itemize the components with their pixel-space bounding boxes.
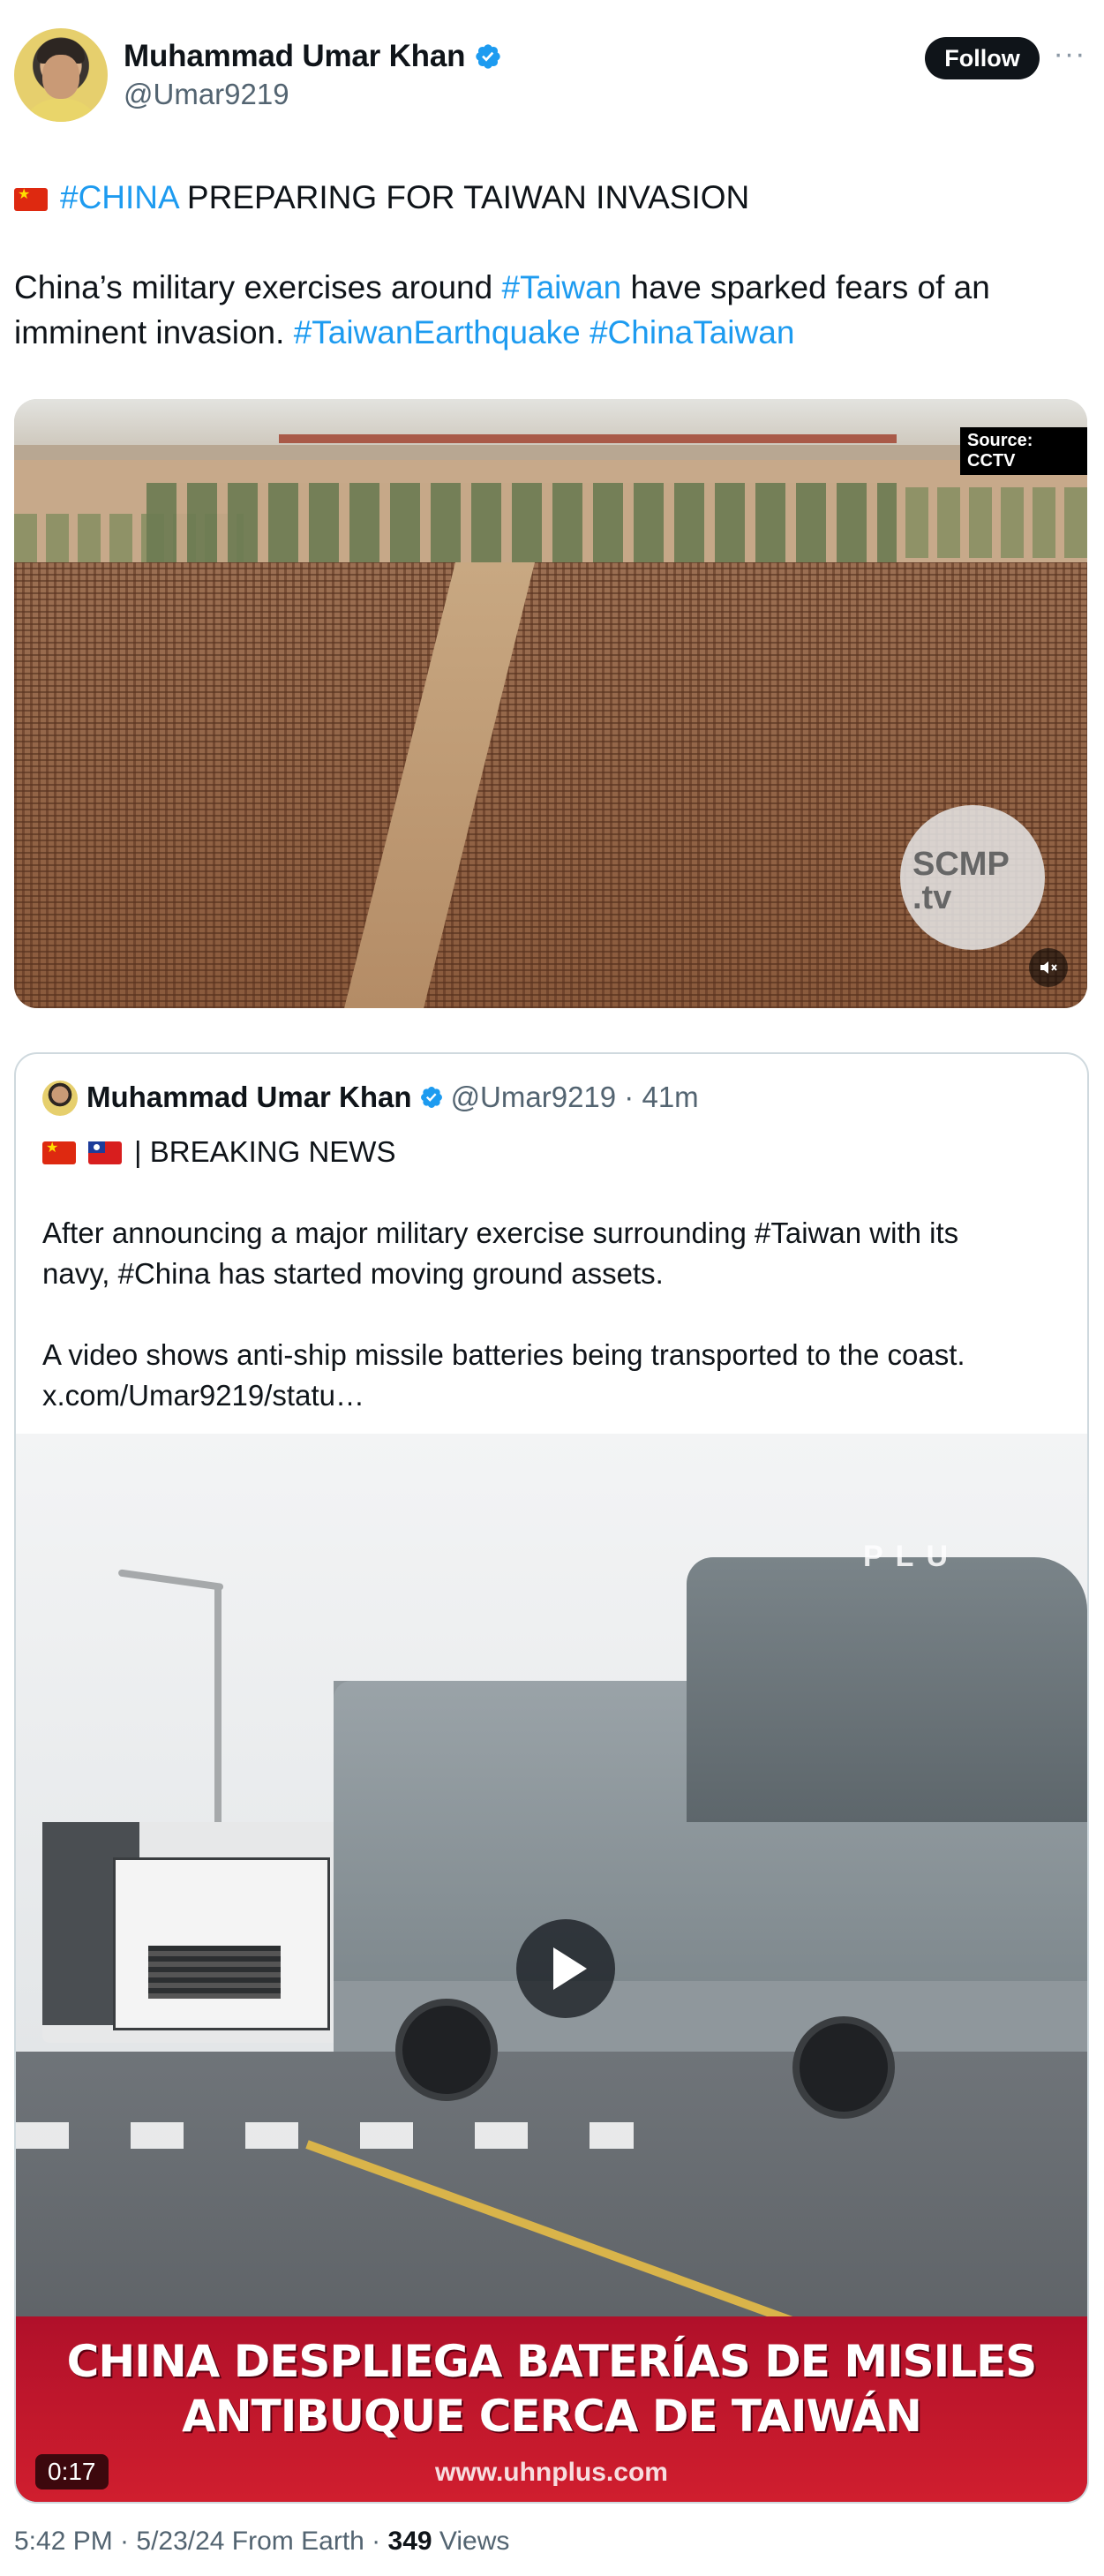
- body-text: have sparked fears of an: [621, 269, 990, 305]
- hashtag-taiwan[interactable]: #Taiwan: [502, 269, 622, 305]
- speaker-muted-icon[interactable]: [1029, 948, 1068, 987]
- author-avatar[interactable]: [14, 28, 108, 122]
- quote-text-line-1: After announcing a major military exerci…: [42, 1216, 959, 1249]
- body-text: China’s military exercises around: [14, 269, 502, 305]
- watermark-line-2: .tv: [912, 879, 952, 916]
- quoted-post[interactable]: Muhammad Umar Khan @Umar9219 · 41m | BRE…: [14, 1052, 1089, 2504]
- body-text: imminent invasion.: [14, 314, 294, 350]
- post-footer: 5:42 PM · 5/23/24 From Earth · 349 Views: [14, 2527, 509, 2557]
- hashtag-china[interactable]: #CHINA: [60, 179, 178, 215]
- author-handle[interactable]: @Umar9219: [124, 78, 289, 111]
- caption-line-2: ANTIBUQUE CERCA DE TAIWÁN: [182, 2391, 922, 2442]
- hashtag-chinataiwan[interactable]: #ChinaTaiwan: [581, 314, 794, 350]
- post-video[interactable]: Source: CCTV SCMP .tv: [14, 399, 1087, 1008]
- breaking-text: | BREAKING NEWS: [134, 1135, 396, 1168]
- headline-text: PREPARING FOR TAIWAN INVASION: [177, 179, 750, 215]
- source-label: Source: CCTV: [960, 427, 1087, 475]
- quoted-video[interactable]: PLU CHINA DESPLIEGA BATERÍAS DE MISILES …: [16, 1434, 1087, 2502]
- follow-button[interactable]: Follow: [925, 37, 1040, 79]
- troop-formation: [14, 562, 1087, 1008]
- china-flag-icon: [14, 187, 48, 211]
- china-flag-icon: [42, 1141, 76, 1164]
- quoted-author-avatar[interactable]: [42, 1081, 78, 1116]
- post-body-line-2: imminent invasion. #TaiwanEarthquake #Ch…: [14, 310, 794, 355]
- quoted-author-row[interactable]: Muhammad Umar Khan @Umar9219 · 41m: [86, 1081, 699, 1114]
- white-truck: [42, 1822, 360, 2043]
- verified-badge-icon: [476, 44, 500, 69]
- scmp-watermark: SCMP .tv: [900, 805, 1045, 950]
- quote-text-line-3: A video shows anti-ship missile batterie…: [42, 1338, 965, 1371]
- quoted-author-name[interactable]: Muhammad Umar Khan: [86, 1081, 412, 1114]
- video-duration: 0:17: [35, 2454, 109, 2489]
- verified-badge-icon: [420, 1087, 442, 1108]
- caption-line-1: CHINA DESPLIEGA BATERÍAS DE MISILES: [66, 2336, 1038, 2387]
- post-body-line-1: China’s military exercises around #Taiwa…: [14, 265, 990, 310]
- quote-text-line-2: navy, #China has started moving ground a…: [42, 1257, 664, 1290]
- post-headline: #CHINA PREPARING FOR TAIWAN INVASION: [14, 175, 749, 220]
- breaking-news-line: | BREAKING NEWS: [42, 1132, 395, 1172]
- hashtag-taiwanearthquake[interactable]: #TaiwanEarthquake: [294, 314, 581, 350]
- views-label: Views: [432, 2527, 510, 2556]
- quoted-handle-time: @Umar9219 · 41m: [450, 1081, 699, 1113]
- uhn-plus-watermark: PLU: [863, 1540, 960, 1573]
- video-caption: CHINA DESPLIEGA BATERÍAS DE MISILES ANTI…: [16, 2334, 1087, 2444]
- watermark-line-1: SCMP: [912, 846, 1010, 883]
- caption-url: www.uhnplus.com: [435, 2458, 668, 2487]
- play-button-icon[interactable]: [516, 1919, 615, 2018]
- views-count: 349: [387, 2527, 432, 2556]
- more-horizontal-icon[interactable]: ···: [1052, 39, 1087, 71]
- taiwan-flag-icon: [88, 1141, 122, 1164]
- author-name[interactable]: Muhammad Umar Khan: [124, 39, 465, 74]
- quote-link[interactable]: x.com/Umar9219/statu…: [42, 1375, 364, 1416]
- author-name-row[interactable]: Muhammad Umar Khan: [124, 39, 502, 74]
- post-timestamp[interactable]: 5:42 PM · 5/23/24 From Earth ·: [14, 2527, 388, 2556]
